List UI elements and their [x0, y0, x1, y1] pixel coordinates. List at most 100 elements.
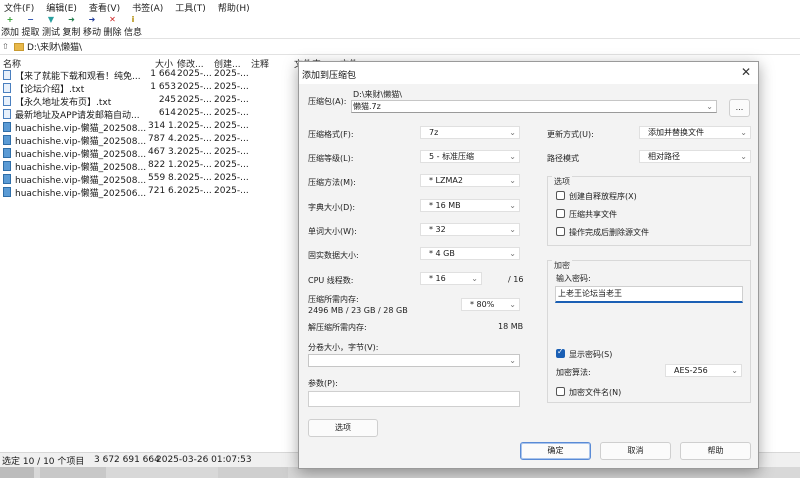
format-label: 压缩格式(F):	[308, 130, 354, 139]
dict-select[interactable]: * 16 MB ⌄	[420, 199, 520, 212]
delete-after-label[interactable]: 操作完成后删除源文件	[569, 227, 649, 238]
file-row[interactable]: huachishe.vip-懒猫_202506...721 6...2025-.…	[0, 186, 300, 199]
file-modified: 2025-...	[177, 147, 212, 157]
chevron-down-icon: ⌄	[471, 274, 478, 283]
encrypt-names-checkbox[interactable]	[556, 387, 565, 396]
level-value: 5 - 标准压缩	[429, 152, 475, 161]
address-path[interactable]: D:\来财\懒猫\	[27, 40, 82, 53]
split-combo[interactable]: ⌄	[308, 354, 520, 367]
encrypt-names-label[interactable]: 加密文件名(N)	[569, 387, 621, 398]
text-file-icon	[3, 70, 11, 80]
file-size: 1 664	[150, 69, 176, 79]
word-select[interactable]: * 32 ⌄	[420, 223, 520, 236]
sfx-label[interactable]: 创建自释放程序(X)	[569, 191, 637, 202]
file-row[interactable]: 【来了就能下载和观看！纯免... 1 664 2025-... 2025-...	[0, 69, 300, 82]
show-password-label[interactable]: 显示密码(S)	[569, 349, 612, 360]
file-created: 2025-...	[214, 82, 249, 92]
file-name: 【论坛介绍】.txt	[15, 85, 85, 95]
browse-button[interactable]: ...	[729, 99, 750, 117]
file-modified: 2025-...	[177, 95, 212, 105]
file-row[interactable]: huachishe.vip-懒猫_202508...822 1...2025-.…	[0, 160, 300, 173]
update-select[interactable]: 添加并替换文件 ⌄	[639, 126, 751, 139]
file-name: huachishe.vip-懒猫_202508...	[15, 163, 147, 173]
menu-item[interactable]: 编辑(E)	[46, 1, 77, 14]
test-icon: ▼	[47, 15, 55, 24]
mem-decomp-label: 解压缩所需内存:	[308, 323, 367, 332]
taskbar-item[interactable]	[218, 467, 288, 478]
address-bar[interactable]: ⇧ D:\来财\懒猫\	[0, 38, 800, 55]
show-password-checkbox[interactable]	[556, 347, 565, 358]
close-icon[interactable]: ✕	[741, 65, 751, 79]
mem-comp-label: 压缩所需内存:	[308, 295, 359, 304]
toolbar-button-delete[interactable]: ✕ 删除	[103, 15, 123, 39]
pathmode-select[interactable]: 相对路径 ⌄	[639, 150, 751, 163]
file-row[interactable]: huachishe.vip-懒猫_202508...467 3...2025-.…	[0, 147, 300, 160]
sfx-checkbox[interactable]	[556, 191, 565, 200]
password-label: 输入密码:	[556, 274, 591, 283]
menu-item[interactable]: 工具(T)	[175, 1, 206, 14]
chevron-down-icon: ⌄	[509, 201, 516, 210]
file-size: 1 653	[150, 82, 176, 92]
menu-item[interactable]: 书签(A)	[132, 1, 163, 14]
toolbar-button-extract[interactable]: − 提取	[21, 15, 41, 39]
file-row[interactable]: huachishe.vip-懒猫_202508...314 1...2025-.…	[0, 121, 300, 134]
options-button[interactable]: 选项	[308, 419, 378, 437]
file-row[interactable]: huachishe.vip-懒猫_202508...559 8...2025-.…	[0, 173, 300, 186]
password-input[interactable]: 上老王论坛当老王	[555, 286, 743, 303]
params-input[interactable]	[308, 391, 520, 407]
chevron-down-icon: ⌄	[509, 225, 516, 234]
mem-decomp-value: 18 MB	[498, 322, 524, 331]
file-row[interactable]: 【永久地址发布页】.txt 245 2025-... 2025-...	[0, 95, 300, 108]
chevron-down-icon: ⌄	[509, 176, 516, 185]
file-row[interactable]: 【论坛介绍】.txt 1 653 2025-... 2025-...	[0, 82, 300, 95]
chevron-down-icon: ⌄	[706, 102, 713, 111]
menu-item[interactable]: 文件(F)	[4, 1, 34, 14]
mem-usage-select[interactable]: * 80% ⌄	[461, 298, 520, 311]
format-select[interactable]: 7z ⌄	[420, 126, 520, 139]
method-select[interactable]: * LZMA2 ⌄	[420, 174, 520, 187]
delete-after-checkbox[interactable]	[556, 227, 565, 236]
method-label: 压缩方法(M):	[308, 178, 356, 187]
toolbar-button-info[interactable]: i 信息	[123, 15, 143, 39]
file-modified: 2025-...	[177, 108, 212, 118]
archive-file-icon	[3, 135, 11, 145]
file-name: 【永久地址发布页】.txt	[15, 98, 112, 108]
chevron-down-icon: ⌄	[509, 128, 516, 137]
shared-checkbox[interactable]	[556, 209, 565, 218]
format-value: 7z	[429, 128, 439, 137]
toolbar-label: 信息	[123, 28, 142, 38]
shared-label[interactable]: 压缩共享文件	[569, 209, 617, 220]
enc-method-select[interactable]: AES-256 ⌄	[665, 364, 742, 377]
menu-bar: 文件(F) 编辑(E) 查看(V) 书签(A) 工具(T) 帮助(H)	[0, 0, 800, 15]
password-value: 上老王论坛当老王	[558, 289, 622, 298]
toolbar-button-test[interactable]: ▼ 测试	[41, 15, 61, 39]
file-row[interactable]: huachishe.vip-懒猫_202508...787 4...2025-.…	[0, 134, 300, 147]
menu-item[interactable]: 帮助(H)	[218, 1, 250, 14]
solid-select[interactable]: * 4 GB ⌄	[420, 247, 520, 260]
file-row[interactable]: 最新地址及APP请发邮箱自动... 614 2025-... 2025-...	[0, 108, 300, 121]
chevron-down-icon: ⌄	[740, 152, 747, 161]
dialog-titlebar: 添加到压缩包 ✕	[299, 62, 758, 84]
menu-item[interactable]: 查看(V)	[89, 1, 120, 14]
level-label: 压缩等级(L):	[308, 154, 354, 163]
toolbar-button-copy[interactable]: ➜ 复制	[62, 15, 82, 39]
archive-name-combo[interactable]: 懒猫.7z ⌄	[351, 100, 717, 113]
file-modified: 2025-...	[177, 173, 212, 183]
cpu-select[interactable]: * 16 ⌄	[420, 272, 482, 285]
cancel-button[interactable]: 取消	[600, 442, 671, 460]
toolbar-button-add[interactable]: + 添加	[0, 15, 20, 39]
archive-path: D:\来财\懒猫\	[353, 90, 402, 99]
pathmode-label: 路径模式	[547, 154, 579, 163]
toolbar-label: 添加	[0, 28, 19, 38]
help-button[interactable]: 帮助	[680, 442, 751, 460]
level-select[interactable]: 5 - 标准压缩 ⌄	[420, 150, 520, 163]
folder-icon	[14, 42, 24, 51]
ok-button[interactable]: 确定	[520, 442, 591, 460]
split-label: 分卷大小，字节(V):	[308, 343, 379, 352]
up-folder-icon[interactable]: ⇧	[2, 42, 10, 51]
dict-value: * 16 MB	[429, 201, 461, 210]
taskbar-item[interactable]	[0, 467, 34, 478]
taskbar-item[interactable]	[40, 467, 106, 478]
status-date: 2025-03-26 01:07:53	[156, 455, 252, 465]
toolbar-button-move[interactable]: ➜ 移动	[82, 15, 102, 39]
